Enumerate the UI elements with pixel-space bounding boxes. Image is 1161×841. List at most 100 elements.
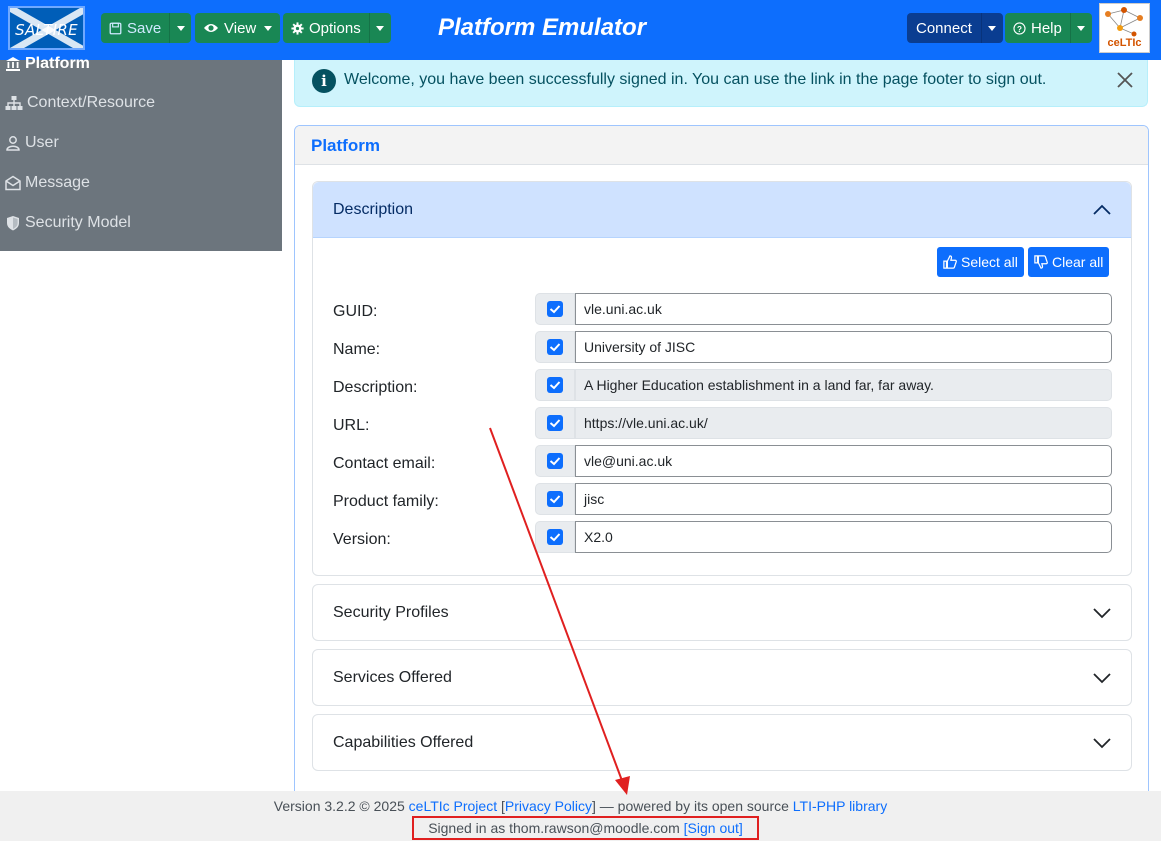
save-button[interactable]: Save [101, 13, 170, 43]
accordion-header-services-offered[interactable]: Services Offered [313, 650, 1131, 706]
options-button[interactable]: Options [283, 13, 369, 43]
footer-version-line: Version 3.2.2 © 2025 ceLTIc Project [Pri… [0, 798, 1161, 814]
floppy-disk-icon [109, 22, 122, 34]
select-all-label: Select all [961, 254, 1018, 270]
url-checkbox[interactable] [547, 415, 563, 431]
guid-label: GUID: [333, 303, 378, 320]
guid-checkbox-wrap [535, 293, 575, 325]
description-checkbox[interactable] [547, 377, 563, 393]
sidebar-item-message[interactable]: Message [5, 174, 90, 192]
accordion-header-capabilities-offered[interactable]: Capabilities Offered [313, 715, 1131, 771]
options-split-button: Options [283, 13, 391, 43]
thumbs-up-icon [943, 255, 957, 269]
sidebar-item-context-resource[interactable]: Context/Resource [5, 94, 155, 112]
checkmark-icon [549, 495, 561, 504]
app-title: Platform Emulator [438, 14, 647, 41]
accordion-security-profiles[interactable]: Security Profiles [312, 584, 1132, 641]
checkmark-icon [549, 419, 561, 428]
page-footer: Version 3.2.2 © 2025 ceLTIc Project [Pri… [0, 791, 1161, 841]
saltire-logo[interactable]: SALTIRE [8, 6, 85, 50]
shield-icon [7, 216, 19, 231]
save-button-label: Save [127, 19, 162, 37]
checkmark-icon [549, 533, 561, 542]
name-input[interactable]: University of JISC [575, 331, 1112, 363]
help-button[interactable]: ? Help [1005, 13, 1070, 43]
url-label: URL: [333, 417, 370, 434]
footer-powered-text: ] — powered by its open source [592, 798, 793, 814]
gear-icon [291, 21, 304, 35]
options-dropdown-toggle[interactable] [368, 13, 391, 43]
accordion-label: Description [333, 201, 414, 218]
footer-version-text: Version 3.2.2 © 2025 [273, 798, 409, 814]
product-family-checkbox[interactable] [547, 491, 563, 507]
contact-email-checkbox-wrap [535, 445, 575, 477]
eye-icon [204, 24, 218, 32]
question-circle-icon: ? [1013, 21, 1026, 35]
sign-out-link[interactable]: [Sign out] [684, 820, 743, 836]
product-family-label: Product family: [333, 493, 439, 510]
bank-icon [6, 57, 20, 71]
guid-input[interactable]: vle.uni.ac.uk [575, 293, 1112, 325]
accordion-label: Security Profiles [333, 604, 449, 621]
sidebar-item-label: Security Model [25, 214, 131, 231]
platform-card-header: Platform [295, 126, 1148, 165]
help-button-label: Help [1031, 19, 1062, 37]
chevron-down-icon [1093, 738, 1111, 749]
celtic-logo-text: ceLTIc [1107, 37, 1142, 49]
celtic-logo[interactable]: ceLTIc [1099, 3, 1150, 53]
sidebar-item-user[interactable]: User [5, 134, 59, 152]
sitemap-icon [5, 96, 23, 110]
description-label: Description: [333, 379, 418, 396]
help-split-button: ? Help [1005, 13, 1092, 43]
sidebar: Platform Context/Resource User Message S… [0, 55, 282, 251]
name-checkbox-wrap [535, 331, 575, 363]
accordion-capabilities-offered[interactable]: Capabilities Offered [312, 714, 1132, 771]
select-all-button[interactable]: Select all [937, 247, 1024, 277]
saltire-logo-text: SALTIRE [15, 21, 78, 39]
accordion-header-description[interactable]: Description [313, 182, 1131, 238]
product-family-input[interactable]: jisc [575, 483, 1112, 515]
sidebar-item-platform[interactable]: Platform [5, 55, 90, 73]
signed-in-text: Signed in as thom.rawson@moodle.com [428, 820, 684, 836]
checkmark-icon [549, 343, 561, 352]
version-checkbox[interactable] [547, 529, 563, 545]
view-menu-label: View [224, 19, 257, 37]
view-menu-button[interactable]: View [195, 13, 281, 43]
connect-split-button: Connect [907, 13, 1003, 43]
url-input[interactable]: https://vle.uni.ac.uk/ [575, 407, 1112, 439]
connect-dropdown-toggle[interactable] [980, 13, 1003, 43]
version-label: Version: [333, 531, 391, 548]
save-dropdown-toggle[interactable] [169, 13, 192, 43]
save-split-button: Save [101, 13, 192, 43]
guid-checkbox[interactable] [547, 301, 563, 317]
contact-email-checkbox[interactable] [547, 453, 563, 469]
description-checkbox-wrap [535, 369, 575, 401]
connect-button-label: Connect [916, 19, 972, 37]
privacy-policy-link[interactable]: Privacy Policy [505, 798, 592, 814]
product-family-checkbox-wrap [535, 483, 575, 515]
description-input[interactable]: A Higher Education establishment in a la… [575, 369, 1112, 401]
thumbs-down-icon [1034, 255, 1048, 269]
connect-button[interactable]: Connect [907, 13, 981, 43]
checkmark-icon [549, 457, 561, 466]
version-input[interactable]: X2.0 [575, 521, 1112, 553]
close-icon[interactable] [1116, 71, 1134, 89]
sidebar-item-label: Context/Resource [27, 94, 156, 111]
svg-text:?: ? [1017, 24, 1022, 33]
top-navbar: SALTIRE Save View Options Platform Emula… [0, 0, 1161, 60]
clear-all-button[interactable]: Clear all [1028, 247, 1110, 277]
accordion-services-offered[interactable]: Services Offered [312, 649, 1132, 706]
name-checkbox[interactable] [547, 339, 563, 355]
contact-email-input[interactable]: vle@uni.ac.uk [575, 445, 1112, 477]
info-icon: i [312, 69, 336, 93]
card-title: Platform [311, 136, 380, 155]
chevron-up-icon [1093, 204, 1111, 215]
accordion-description: Description Select all Clear all GUID: v… [312, 181, 1132, 576]
celtic-project-link[interactable]: ceLTIc Project [409, 798, 497, 814]
lti-php-library-link[interactable]: LTI-PHP library [793, 798, 887, 814]
sidebar-item-security-model[interactable]: Security Model [5, 214, 131, 232]
accordion-header-security-profiles[interactable]: Security Profiles [313, 585, 1131, 641]
options-button-label: Options [309, 19, 361, 37]
help-dropdown-toggle[interactable] [1069, 13, 1092, 43]
welcome-alert: i Welcome, you have been successfully si… [294, 60, 1148, 107]
